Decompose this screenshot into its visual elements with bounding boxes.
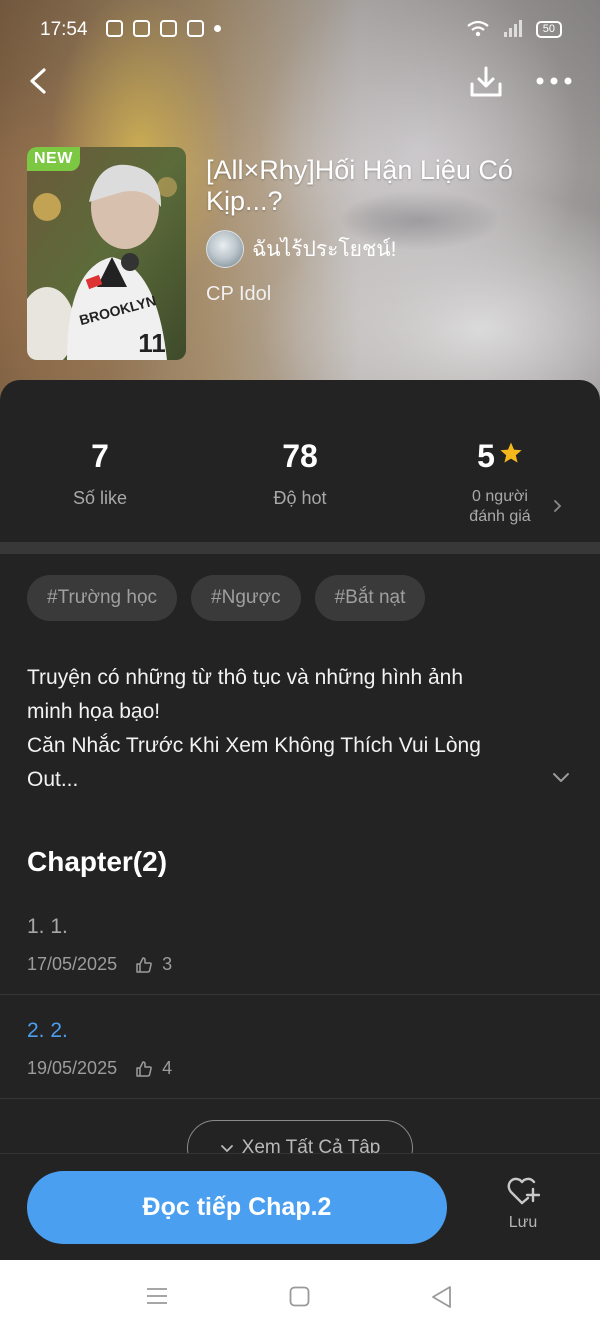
tag-list: #Trường học #Ngược #Bắt nạt [27, 575, 426, 621]
notification-icons [106, 20, 221, 37]
story-detail-panel: 7 Số like 78 Độ hot 5 0 người đánh giá #… [0, 380, 600, 1153]
tiktok-icon [187, 20, 204, 37]
description-line: Căn Nhắc Trước Khi Xem Không Thích Vui L… [27, 734, 481, 757]
chapter-title[interactable]: 2. 2. [27, 1019, 68, 1043]
story-category[interactable]: CP Idol [206, 283, 271, 306]
new-badge: NEW [27, 147, 80, 171]
chapter-like-count: 3 [162, 954, 173, 974]
recent-apps-icon[interactable] [146, 1287, 168, 1305]
description-line: Out... [27, 768, 79, 791]
likes-count: 7 [91, 438, 109, 474]
continue-reading-button[interactable]: Đọc tiếp Chap.2 [27, 1171, 447, 1244]
chapter-date: 19/05/2025 [27, 1058, 118, 1078]
chapter-row[interactable]: 2. 2. 19/05/2025 4 [0, 995, 600, 1099]
instagram-icon [106, 20, 123, 37]
bottom-action-bar: Đọc tiếp Chap.2 Lưu [0, 1153, 600, 1260]
download-icon[interactable] [468, 64, 504, 100]
likes-label: Số like [72, 488, 128, 508]
shopping-bag-icon [133, 20, 150, 37]
wifi-icon [467, 20, 489, 37]
tag-angst[interactable]: #Ngược [191, 575, 301, 621]
view-all-label: Xem Tất Cả Tập [241, 1137, 381, 1153]
heart-plus-icon [507, 1177, 540, 1205]
hot-label: Độ hot [273, 488, 327, 508]
tag-bullying[interactable]: #Bắt nạt [314, 575, 426, 621]
facebook-icon [160, 20, 177, 37]
chapter-meta: 17/05/2025 3 [27, 954, 172, 975]
chevron-down-icon[interactable] [551, 772, 571, 784]
chapter-row[interactable]: 1. 1. 17/05/2025 3 [0, 891, 600, 995]
chevron-right-icon[interactable] [552, 498, 564, 514]
description-line: minh họa bạo! [27, 700, 161, 723]
save-button[interactable]: Lưu [492, 1176, 554, 1232]
cover-image[interactable]: BROOKLYN 11 [27, 147, 186, 360]
chapter-like-count: 4 [162, 1058, 173, 1078]
chapter-meta: 19/05/2025 4 [27, 1058, 172, 1079]
rating-count-line2: đánh giá [469, 508, 531, 525]
story-description[interactable]: Truyện có những từ thô tục và những hình… [27, 661, 547, 797]
description-line: Truyện có những từ thô tục và những hình… [27, 666, 464, 689]
save-label: Lưu [508, 1214, 538, 1231]
tag-school[interactable]: #Trường học [27, 575, 178, 621]
battery-icon: 50 [535, 20, 562, 38]
chapter-title[interactable]: 1. 1. [27, 915, 68, 939]
thumbs-up-icon [136, 1060, 152, 1077]
hot-count: 78 [282, 438, 318, 474]
status-bar: 17:54 50 [0, 0, 600, 58]
more-notifications-dot [214, 25, 221, 32]
chapter-date: 17/05/2025 [27, 954, 118, 974]
rating-count-line1: 0 người [472, 488, 528, 505]
chapters-heading: Chapter(2) [27, 846, 168, 877]
author-avatar[interactable] [206, 230, 244, 268]
rating-count-label: 0 người đánh giá [400, 487, 600, 527]
rating-value: 5 [477, 438, 495, 474]
view-all-chapters-button[interactable]: Xem Tất Cả Tập [187, 1120, 413, 1153]
more-options-icon[interactable] [535, 66, 573, 96]
story-title: [All×Rhy]Hối Hận Liệu Có Kịp...? [206, 155, 513, 216]
signal-icon [503, 20, 522, 37]
home-icon[interactable] [289, 1286, 310, 1307]
section-divider [0, 542, 600, 554]
chevron-down-icon [220, 1144, 233, 1152]
back-arrow-icon[interactable] [24, 64, 58, 98]
cover-jersey-number: 11 [138, 328, 166, 358]
system-back-icon[interactable] [430, 1285, 454, 1309]
story-header: 17:54 50 BROOKLYN 11 NEW [All×Rhy]Hối Hậ… [0, 0, 600, 420]
stats-row: 7 Số like 78 Độ hot 5 0 người đánh giá [0, 380, 600, 542]
status-time: 17:54 [40, 19, 88, 40]
system-navigation-bar [0, 1260, 600, 1333]
system-status: 50 [466, 20, 562, 38]
star-icon [500, 442, 522, 463]
author-name[interactable]: ฉันไร้ประโยชน์! [252, 233, 396, 266]
thumbs-up-icon [136, 956, 152, 973]
rating-value-row: 5 [400, 438, 600, 475]
author[interactable]: ฉันไร้ประโยชน์! [206, 230, 396, 268]
